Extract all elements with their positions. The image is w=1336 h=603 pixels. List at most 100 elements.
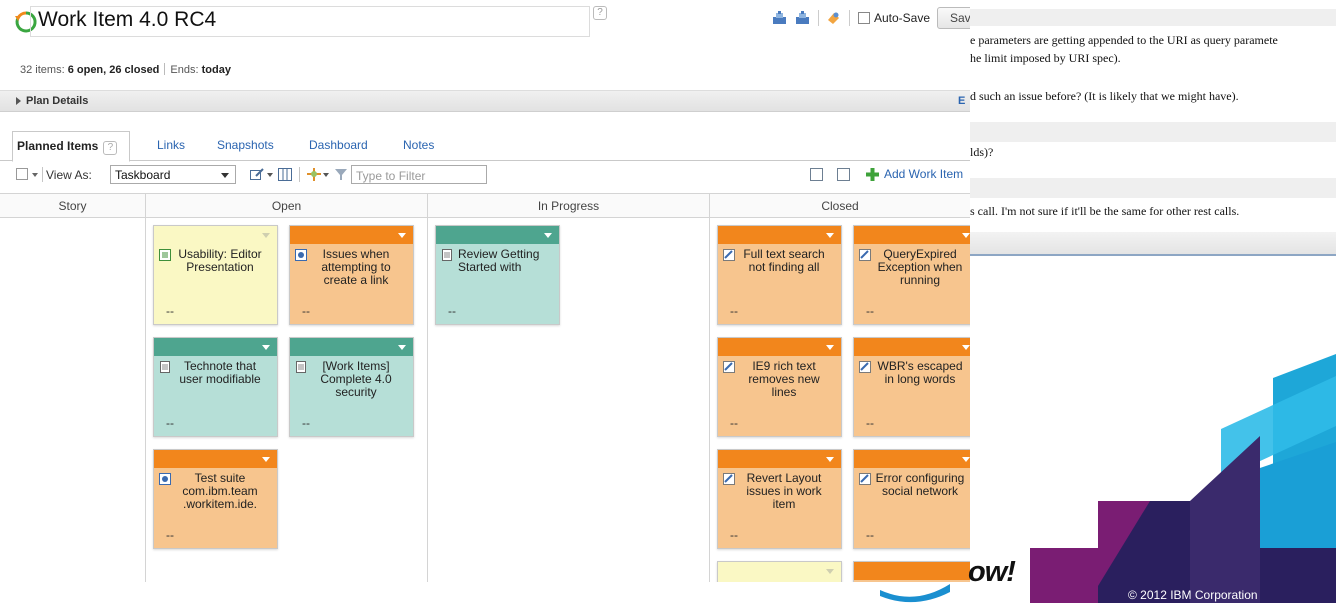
plan-editor: Work Item 4.0 RC4 ? Auto-Save Save 32 it… [0, 0, 970, 582]
card-menu-chevron-icon[interactable] [398, 345, 406, 350]
card-menu-chevron-icon[interactable] [262, 457, 270, 462]
column-header-in-progress: In Progress [537, 199, 600, 213]
task-icon [442, 249, 452, 261]
work-item-card[interactable]: WBR's escaped in long words -- [853, 337, 970, 437]
work-item-card[interactable] [853, 561, 970, 582]
card-footer: -- [730, 528, 738, 542]
work-item-card[interactable]: [Work Items] Complete 4.0 security -- [289, 337, 414, 437]
card-footer: -- [166, 528, 174, 542]
card-title: Test suite com.ibm.team .workitem.ide. [182, 471, 258, 511]
card-title: IE9 rich text removes new lines [748, 359, 820, 399]
slide-swoosh [880, 584, 950, 603]
doc-text-line: d such an issue before? (It is likely th… [970, 89, 1239, 103]
autosave-checkbox[interactable] [858, 12, 870, 24]
story-icon [159, 249, 171, 261]
next-plan-icon[interactable] [795, 11, 810, 25]
card-menu-chevron-icon[interactable] [962, 233, 970, 238]
filter-options-icon[interactable] [307, 168, 321, 181]
card-menu-chevron-icon[interactable] [962, 457, 970, 462]
card-title: Error configuring social network [875, 471, 965, 498]
select-all-checkbox[interactable] [16, 168, 28, 180]
card-footer: -- [730, 304, 738, 318]
work-item-card[interactable]: Issues when attempting to create a link … [289, 225, 414, 325]
edit-view-icon[interactable] [250, 168, 264, 181]
tab-snapshots[interactable]: Snapshots [217, 138, 274, 152]
work-item-card[interactable]: Full text search not finding all -- [717, 225, 842, 325]
work-item-card[interactable]: Error configuring social network -- [853, 449, 970, 549]
chevron-down-icon[interactable] [32, 173, 38, 177]
resolved-defect-icon [859, 473, 871, 485]
tab-planned-items[interactable]: Planned Items? [12, 131, 131, 162]
card-footer: -- [166, 304, 174, 318]
tab-notes[interactable]: Notes [403, 138, 434, 152]
card-menu-chevron-icon[interactable] [544, 233, 552, 238]
refresh-icon[interactable] [826, 11, 841, 25]
card-title: Issues when attempting to create a link [321, 247, 391, 287]
collapse-all-icon[interactable] [810, 168, 823, 181]
doc-text-line: lds)? [970, 145, 994, 159]
previous-plan-icon[interactable] [772, 11, 787, 25]
column-header-story: Story [58, 199, 87, 213]
work-item-card[interactable]: Technote that user modifiable -- [153, 337, 278, 437]
plan-title: Work Item 4.0 RC4 [38, 8, 217, 31]
text-band [970, 178, 1336, 198]
card-title: Technote that user modifiable [179, 359, 261, 386]
tab-links[interactable]: Links [157, 138, 185, 152]
save-button[interactable]: Save [937, 7, 970, 29]
add-icon[interactable] [866, 168, 879, 181]
card-title: Revert Layout issues in work item [746, 471, 822, 511]
columns-icon[interactable] [278, 168, 292, 181]
card-title: WBR's escaped in long words [877, 359, 963, 386]
slide-headline-fragment: ow! [968, 556, 1016, 588]
resolved-defect-icon [723, 361, 735, 373]
card-footer: -- [166, 416, 174, 430]
items-count-label: 32 items: [20, 64, 65, 76]
card-footer: -- [302, 304, 310, 318]
ends-value: today [201, 64, 231, 76]
defect-icon [295, 249, 307, 261]
card-menu-chevron-icon[interactable] [962, 345, 970, 350]
help-icon[interactable]: ? [103, 141, 118, 155]
add-work-item-link[interactable]: Add Work Item [884, 167, 963, 181]
work-item-card[interactable]: Usability: Editor Presentation -- [153, 225, 278, 325]
text-band [970, 9, 1336, 26]
work-item-card[interactable]: Review Getting Started with -- [435, 225, 560, 325]
card-title: Full text search not finding all [743, 247, 825, 274]
card-menu-chevron-icon[interactable] [826, 457, 834, 462]
plan-summary: 32 items: 6 open, 26 closed Ends: today [20, 63, 231, 76]
card-menu-chevron-icon[interactable] [262, 233, 270, 238]
view-as-select[interactable]: Taskboard [110, 165, 236, 184]
tab-dashboard[interactable]: Dashboard [309, 138, 368, 152]
card-menu-chevron-icon[interactable] [826, 345, 834, 350]
card-footer: -- [866, 304, 874, 318]
column-header-closed: Closed [821, 199, 859, 213]
filter-input[interactable] [351, 165, 487, 184]
card-menu-chevron-icon[interactable] [262, 345, 270, 350]
expand-all-icon[interactable] [837, 168, 850, 181]
card-footer: -- [730, 416, 738, 430]
work-item-card[interactable]: QueryExpired Exception when running -- [853, 225, 970, 325]
work-item-card[interactable]: IE9 rich text removes new lines -- [717, 337, 842, 437]
text-band [970, 122, 1336, 142]
card-menu-chevron-icon[interactable] [826, 233, 834, 238]
open-closed-count: 6 open, 26 closed [67, 64, 160, 76]
card-menu-chevron-icon[interactable] [826, 569, 834, 574]
card-menu-chevron-icon[interactable] [398, 233, 406, 238]
card-title: QueryExpired Exception when running [877, 247, 963, 287]
card-footer: -- [866, 528, 874, 542]
plan-details-edit-link[interactable]: E [958, 95, 965, 107]
work-item-card[interactable]: Test suite com.ibm.team .workitem.ide. -… [153, 449, 278, 549]
column-header-open: Open [271, 199, 302, 213]
work-item-card[interactable] [717, 561, 842, 582]
work-item-card[interactable]: Revert Layout issues in work item -- [717, 449, 842, 549]
plan-details-label: Plan Details [26, 95, 89, 107]
help-icon[interactable]: ? [593, 6, 607, 20]
expand-triangle-icon[interactable] [16, 97, 21, 105]
doc-text-line: he limit imposed by URI spec). [970, 51, 1121, 65]
autosave-label: Auto-Save [874, 11, 931, 25]
doc-text-line: e parameters are getting appended to the… [970, 33, 1278, 47]
doc-text-line: s call. I'm not sure if it'll be the sam… [970, 204, 1240, 218]
plan-details-section[interactable]: Plan Details E [0, 90, 970, 112]
copyright-text: © 2012 IBM Corporation [1128, 588, 1258, 602]
plan-tabs: Planned Items? Links Snapshots Dashboard… [0, 131, 970, 162]
